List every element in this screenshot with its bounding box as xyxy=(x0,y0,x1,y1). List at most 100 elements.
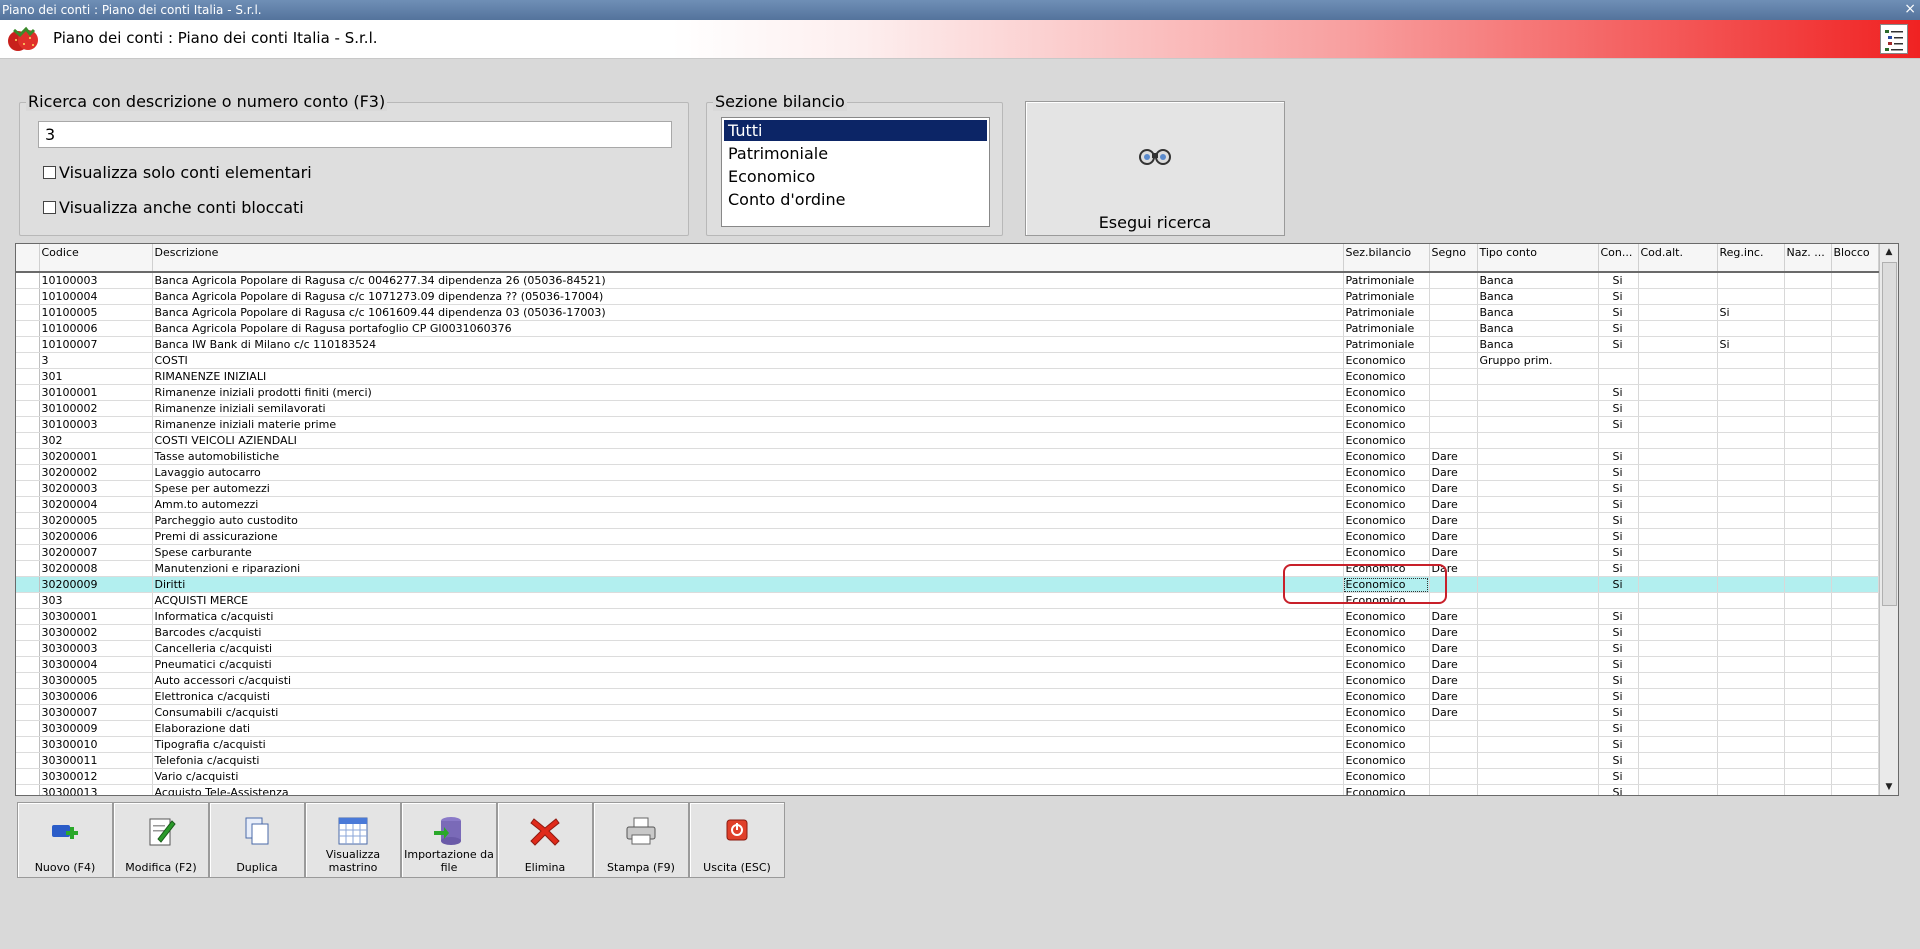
cell-cod-alt[interactable] xyxy=(1638,352,1718,369)
cell-sez-bilancio[interactable]: Economico xyxy=(1343,672,1430,689)
cell-con[interactable]: Si xyxy=(1598,496,1639,513)
row-selector[interactable] xyxy=(16,672,40,689)
table-row[interactable]: 30300007 Consumabili c/acquisti Economico D… xyxy=(16,704,1879,721)
cell-codice[interactable]: 10100007 xyxy=(39,336,153,353)
table-row[interactable]: 30100003 Rimanenze iniziali materie prime… xyxy=(16,416,1879,433)
cell-sez-bilancio[interactable]: Economico xyxy=(1343,480,1430,497)
cell-codice[interactable]: 10100003 xyxy=(39,272,153,289)
cell-tipo-conto[interactable] xyxy=(1477,608,1599,625)
cell-reg-inc[interactable] xyxy=(1717,672,1785,689)
row-selector[interactable] xyxy=(16,384,40,401)
cell-blocco[interactable] xyxy=(1831,656,1879,673)
row-selector[interactable] xyxy=(16,768,40,785)
cell-con[interactable]: Si xyxy=(1598,640,1639,657)
cell-sez-bilancio[interactable]: Economico xyxy=(1343,720,1430,737)
cell-reg-inc[interactable] xyxy=(1717,416,1785,433)
cell-con[interactable]: Si xyxy=(1598,688,1639,705)
cell-codice[interactable]: 10100004 xyxy=(39,288,153,305)
cell-naz[interactable] xyxy=(1784,272,1832,289)
cell-sez-bilancio[interactable]: Patrimoniale xyxy=(1343,304,1430,321)
cell-blocco[interactable] xyxy=(1831,736,1879,753)
table-row[interactable]: 30100001 Rimanenze iniziali prodotti fini… xyxy=(16,384,1879,401)
table-row[interactable]: 30200002 Lavaggio autocarro Economico Dare S… xyxy=(16,464,1879,481)
column-header[interactable]: Segno xyxy=(1429,244,1478,273)
cell-naz[interactable] xyxy=(1784,608,1832,625)
cell-con[interactable]: Si xyxy=(1598,576,1639,593)
cell-con[interactable] xyxy=(1598,592,1639,609)
cell-sez-bilancio[interactable]: Economico xyxy=(1343,512,1430,529)
cell-codice[interactable]: 30300006 xyxy=(39,688,153,705)
row-selector[interactable] xyxy=(16,272,40,289)
cell-tipo-conto[interactable] xyxy=(1477,384,1599,401)
table-row[interactable]: 30300001 Informatica c/acquisti Economico D… xyxy=(16,608,1879,625)
row-selector[interactable] xyxy=(16,608,40,625)
table-row[interactable]: 30300005 Auto accessori c/acquisti Economi… xyxy=(16,672,1879,689)
cell-sez-bilancio[interactable]: Economico xyxy=(1343,528,1430,545)
cell-con[interactable]: Si xyxy=(1598,656,1639,673)
row-selector[interactable] xyxy=(16,304,40,321)
cell-codice[interactable]: 30100001 xyxy=(39,384,153,401)
table-row[interactable]: 30300004 Pneumatici c/acquisti Economico Da… xyxy=(16,656,1879,673)
cell-reg-inc[interactable] xyxy=(1717,640,1785,657)
column-header[interactable]: Naz. ... xyxy=(1784,244,1832,273)
table-row[interactable]: 30200008 Manutenzioni e riparazioni Econom… xyxy=(16,560,1879,577)
sezione-listbox[interactable]: Tutti Patrimoniale Economico Conto d'ord… xyxy=(721,117,990,227)
cell-sez-bilancio[interactable]: Economico xyxy=(1343,368,1430,385)
cell-segno[interactable] xyxy=(1429,384,1478,401)
cell-reg-inc[interactable] xyxy=(1717,656,1785,673)
cell-descrizione[interactable]: Auto accessori c/acquisti xyxy=(152,672,1344,689)
cell-segno[interactable] xyxy=(1429,320,1478,337)
close-icon[interactable]: × xyxy=(1904,1,1916,17)
cell-sez-bilancio[interactable]: Patrimoniale xyxy=(1343,336,1430,353)
cell-cod-alt[interactable] xyxy=(1638,544,1718,561)
cell-sez-bilancio[interactable]: Economico xyxy=(1343,768,1430,785)
cell-con[interactable]: Si xyxy=(1598,272,1639,289)
cell-cod-alt[interactable] xyxy=(1638,640,1718,657)
cell-sez-bilancio[interactable]: Economico xyxy=(1343,352,1430,369)
cell-tipo-conto[interactable]: Banca xyxy=(1477,320,1599,337)
cell-con[interactable]: Si xyxy=(1598,480,1639,497)
row-selector[interactable] xyxy=(16,512,40,529)
cell-descrizione[interactable]: Banca Agricola Popolare di Ragusa c/c 10… xyxy=(152,304,1344,321)
row-selector[interactable] xyxy=(16,688,40,705)
cell-sez-bilancio[interactable]: Patrimoniale xyxy=(1343,320,1430,337)
cell-cod-alt[interactable] xyxy=(1638,528,1718,545)
cell-descrizione[interactable]: Cancelleria c/acquisti xyxy=(152,640,1344,657)
cell-cod-alt[interactable] xyxy=(1638,624,1718,641)
cell-descrizione[interactable]: Spese per automezzi xyxy=(152,480,1344,497)
cell-cod-alt[interactable] xyxy=(1638,672,1718,689)
cell-descrizione[interactable]: Banca Agricola Popolare di Ragusa c/c 10… xyxy=(152,288,1344,305)
cell-reg-inc[interactable] xyxy=(1717,496,1785,513)
cell-descrizione[interactable]: Elaborazione dati xyxy=(152,720,1344,737)
cell-naz[interactable] xyxy=(1784,672,1832,689)
cell-blocco[interactable] xyxy=(1831,688,1879,705)
cell-blocco[interactable] xyxy=(1831,368,1879,385)
cell-naz[interactable] xyxy=(1784,528,1832,545)
cell-tipo-conto[interactable] xyxy=(1477,752,1599,769)
row-selector[interactable] xyxy=(16,416,40,433)
cell-con[interactable]: Si xyxy=(1598,336,1639,353)
cell-tipo-conto[interactable] xyxy=(1477,480,1599,497)
exit-button[interactable]: Uscita (ESC) xyxy=(689,802,785,878)
cell-reg-inc[interactable] xyxy=(1717,608,1785,625)
cell-cod-alt[interactable] xyxy=(1638,784,1718,795)
cell-tipo-conto[interactable] xyxy=(1477,544,1599,561)
cell-reg-inc[interactable]: Si xyxy=(1717,304,1785,321)
cell-sez-bilancio[interactable]: Patrimoniale xyxy=(1343,272,1430,289)
table-row[interactable]: 30200001 Tasse automobilistiche Economico D… xyxy=(16,448,1879,465)
cell-reg-inc[interactable] xyxy=(1717,704,1785,721)
cell-codice[interactable]: 30200008 xyxy=(39,560,153,577)
table-row[interactable]: 301 RIMANENZE INIZIALI Economico xyxy=(16,368,1879,385)
cell-con[interactable]: Si xyxy=(1598,320,1639,337)
row-selector[interactable] xyxy=(16,560,40,577)
cell-reg-inc[interactable] xyxy=(1717,528,1785,545)
cell-tipo-conto[interactable]: Banca xyxy=(1477,304,1599,321)
cell-codice[interactable]: 30300009 xyxy=(39,720,153,737)
cell-blocco[interactable] xyxy=(1831,608,1879,625)
row-selector[interactable] xyxy=(16,752,40,769)
cell-sez-bilancio[interactable]: Economico xyxy=(1343,688,1430,705)
cell-codice[interactable]: 30300013 xyxy=(39,784,153,795)
cell-tipo-conto[interactable] xyxy=(1477,784,1599,795)
cell-codice[interactable]: 10100006 xyxy=(39,320,153,337)
cell-sez-bilancio[interactable]: Economico xyxy=(1343,608,1430,625)
